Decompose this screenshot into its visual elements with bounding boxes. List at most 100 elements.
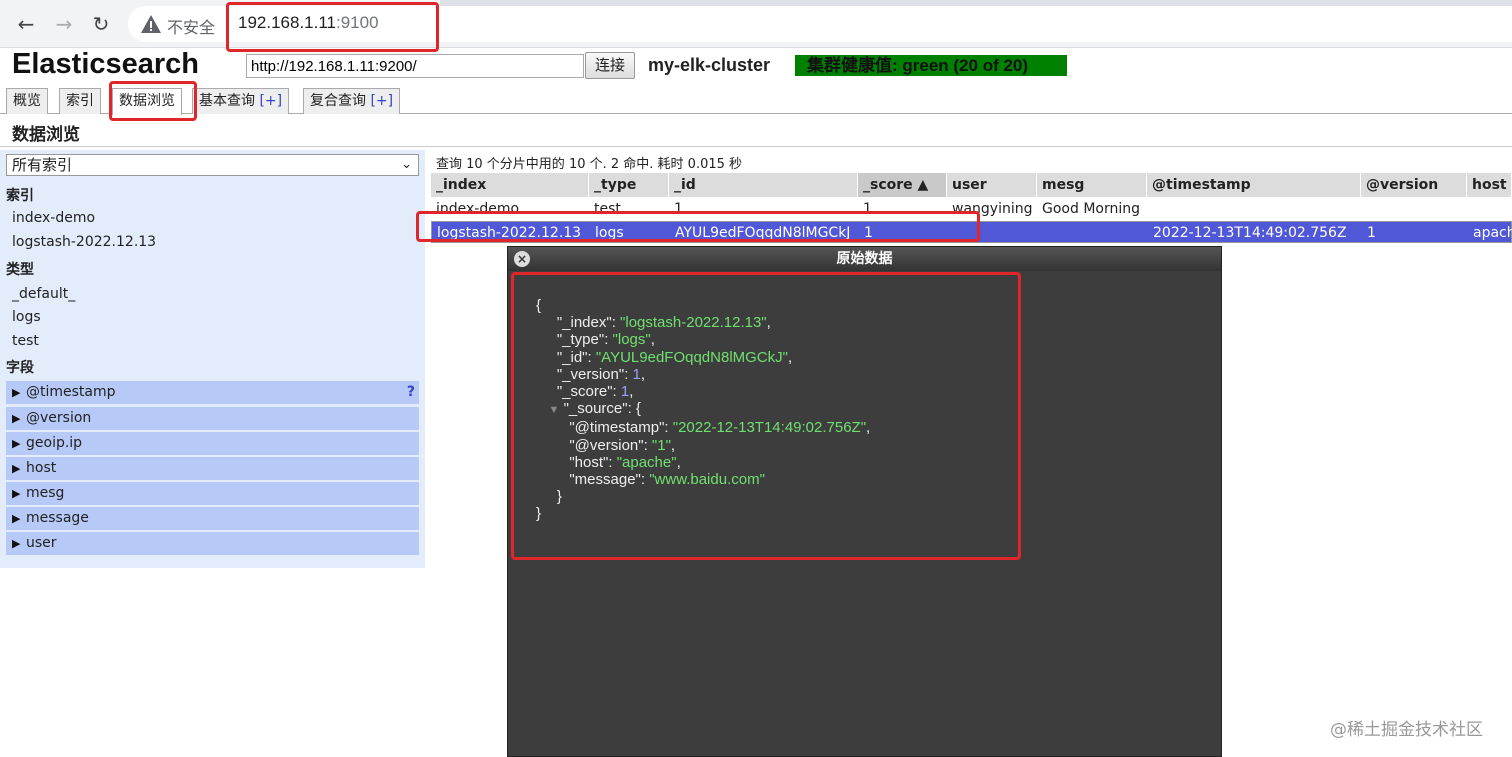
field-label: user [26,535,57,551]
raw-data-dialog: 原始数据 × { "_index": "logstash-2022.12.13"… [507,246,1222,757]
field-item[interactable]: ▶ message [6,507,419,530]
triangle-right-icon: ▶ [12,412,21,425]
field-label: geoip.ip [26,435,83,451]
tab-indices[interactable]: 索引 [59,88,101,114]
field-item[interactable]: ▶ geoip.ip [6,432,419,455]
json-value: "2022-12-13T14:49:02.756Z" [672,419,867,437]
watermark: @稀土掘金技术社区 [1330,720,1483,740]
json-key: "_version": [556,365,633,383]
connect-url-input[interactable] [246,54,584,78]
url-text[interactable]: 192.168.1.11:9100 [238,13,379,33]
json-text: } [536,505,542,523]
tab-label: 概览 [13,93,41,109]
connect-button[interactable]: 连接 [585,52,635,79]
table-cell: 1 [1367,225,1376,241]
field-label: host [26,460,57,476]
tab-label: 索引 [66,93,94,109]
column-header[interactable]: _score ▲ [858,173,947,197]
close-icon[interactable]: × [514,251,530,267]
sidebar-item-type[interactable]: test [6,330,419,352]
table-cell: 2022-12-13T14:49:02.756Z [1153,225,1347,241]
dialog-title: 原始数据 [508,247,1221,271]
triangle-right-icon: ▶ [12,512,21,525]
json-key: "_source": { [563,400,641,418]
arrow-left-icon[interactable]: ← [12,10,40,38]
column-header[interactable]: @timestamp [1147,173,1361,197]
field-item[interactable]: ▶ @timestamp? [6,381,419,404]
json-value: "logstash-2022.12.13" [620,314,767,332]
sidebar-item-type[interactable]: logs [6,306,419,328]
sidebar: 所有索引 ⌄ 索引 index-demo logstash-2022.12.13 … [0,150,425,568]
reload-icon[interactable]: ↻ [87,10,115,38]
field-item[interactable]: ▶ mesg [6,482,419,505]
json-key: "host": [569,453,617,471]
type-header: 类型 [6,262,34,278]
json-view: { "_index": "logstash-2022.12.13", "_typ… [536,297,871,523]
column-header[interactable]: host [1467,173,1512,197]
tab-overview[interactable]: 概览 [6,88,48,114]
field-item[interactable]: ▶ user [6,532,419,555]
table-cell: 1 [674,201,683,217]
column-header[interactable]: @version [1361,173,1467,197]
sidebar-item-type[interactable]: _default_ [6,283,419,305]
tab-basic-query[interactable]: 基本查询 [+] [192,88,290,114]
field-item[interactable]: ▶ @version [6,407,419,430]
table-cell: 1 [863,201,872,217]
json-key: "message": [569,471,650,489]
tab-plus: [+] [259,93,283,109]
arrow-right-icon[interactable]: → [50,10,78,38]
table-cell: 1 [864,225,873,241]
tab-label: 基本查询 [199,93,255,109]
table-cell [1147,198,1361,220]
table-row-selected[interactable]: logstash-2022.12.13 logs AYUL9edFOqqdN8l… [431,221,1512,243]
json-text: { [536,297,542,314]
tab-bar: 概览 索引 数据浏览 基本查询 [+] 复合查询 [+] [0,84,1512,115]
collapse-triangle-icon[interactable]: ▼ [549,404,560,416]
json-key: "_id": [556,348,596,366]
column-header[interactable]: user [947,173,1037,197]
column-header[interactable]: _id [669,173,858,197]
table-cell: wangyining [952,201,1033,217]
field-header: 字段 [6,360,34,376]
table-cell [1038,222,1148,244]
tab-label: 数据浏览 [119,93,175,109]
json-value: 1 [632,365,641,383]
json-key: "@timestamp": [569,419,673,437]
triangle-right-icon: ▶ [12,487,21,500]
json-key: "@version": [569,436,652,454]
tab-label: 复合查询 [310,93,366,109]
tab-compound-query[interactable]: 复合查询 [+] [303,88,401,114]
index-select-value: 所有索引 [12,156,73,174]
json-value: "apache" [616,453,677,471]
json-key: "_type": [556,331,613,349]
table-cell: logs [595,225,624,241]
page-title: 数据浏览 [12,125,80,145]
triangle-right-icon: ▶ [12,437,21,450]
json-key: "_index": [556,314,621,332]
divider [0,146,1512,147]
index-select[interactable]: 所有索引 ⌄ [6,154,419,176]
table-cell: index-demo [436,201,520,217]
triangle-right-icon: ▶ [12,386,21,399]
json-value: "logs" [612,331,651,349]
column-header[interactable]: mesg [1037,173,1147,197]
sidebar-item-index[interactable]: logstash-2022.12.13 [6,231,419,253]
sidebar-item-index[interactable]: index-demo [6,207,419,229]
column-header[interactable]: _index [431,173,589,197]
table-row[interactable]: index-demo test 1 1 wangyining Good Morn… [431,198,1512,220]
column-header[interactable]: _type [589,173,669,197]
table-cell [1467,198,1512,220]
tab-browser[interactable]: 数据浏览 [112,88,182,115]
help-icon[interactable]: ? [407,381,415,404]
field-item[interactable]: ▶ host [6,457,419,480]
triangle-right-icon: ▶ [12,537,21,550]
json-value: "1" [651,436,671,454]
json-value: 1 [620,383,630,401]
field-label: @timestamp [26,384,116,400]
table-header: _index _type _id _score ▲ user mesg @tim… [431,173,1512,197]
app-title: Elasticsearch [12,48,200,80]
table-cell: AYUL9edFOqqdN8lMGCkJ [675,225,851,241]
warning-icon[interactable] [140,13,162,35]
url-host: 192.168.1.11 [238,13,336,32]
table-cell [948,222,1038,244]
